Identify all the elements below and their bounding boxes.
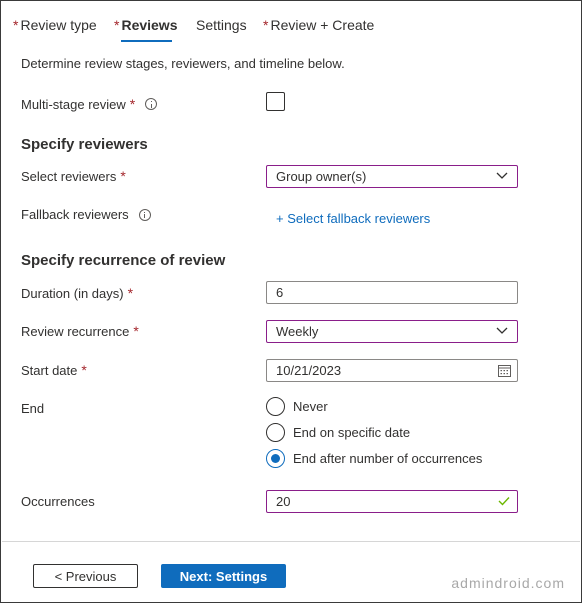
review-recurrence-label: Review recurrence * [21,323,139,339]
footer-divider [2,541,580,542]
valid-check-icon [498,497,510,506]
end-option-occurrences[interactable]: End after number of occurrences [266,449,482,468]
calendar-icon[interactable] [498,364,511,377]
review-recurrence-dropdown[interactable]: Weekly [266,320,518,343]
radio-button[interactable] [266,397,285,416]
info-icon[interactable] [145,98,158,110]
end-option-specific-date[interactable]: End on specific date [266,423,410,442]
chevron-down-icon [496,327,508,334]
radio-button-selected[interactable] [266,449,285,468]
section-title-recurrence: Specify recurrence of review [21,252,226,269]
multi-stage-review-checkbox[interactable] [266,92,285,111]
duration-input[interactable]: 6 [266,281,518,304]
multi-stage-review-label: Multi-stage review * [21,96,158,112]
start-date-label: Start date * [21,362,87,378]
occurrences-label: Occurrences [21,494,95,509]
select-reviewers-label: Select reviewers * [21,168,126,184]
tab-settings[interactable]: Settings [196,17,247,33]
watermark: admindroid.com [451,575,565,591]
occurrences-input[interactable]: 20 [266,490,518,513]
active-tab-indicator [121,40,172,42]
info-icon[interactable] [138,208,151,221]
tab-reviews[interactable]: * Reviews [114,17,178,33]
fallback-reviewers-label: Fallback reviewers [21,207,151,222]
next-settings-button[interactable]: Next: Settings [161,564,286,588]
review-wizard-panel: * Review type * Reviews Settings * Review +… [0,0,582,603]
end-label: End [21,401,45,416]
radio-button[interactable] [266,423,285,442]
select-fallback-reviewers-link[interactable]: + Select fallback reviewers [276,211,430,226]
start-date-picker[interactable]: 10/21/2023 [266,359,518,382]
end-option-never[interactable]: Never [266,397,328,416]
tab-review-type[interactable]: * Review type [13,17,97,33]
select-reviewers-dropdown[interactable]: Group owner(s) [266,165,518,188]
section-title-reviewers: Specify reviewers [21,136,148,153]
previous-button[interactable]: < Previous [33,564,138,588]
page-description: Determine review stages, reviewers, and … [21,56,345,71]
tab-review-create[interactable]: * Review + Create [263,17,374,33]
duration-label: Duration (in days) * [21,285,134,301]
chevron-down-icon [496,172,508,179]
